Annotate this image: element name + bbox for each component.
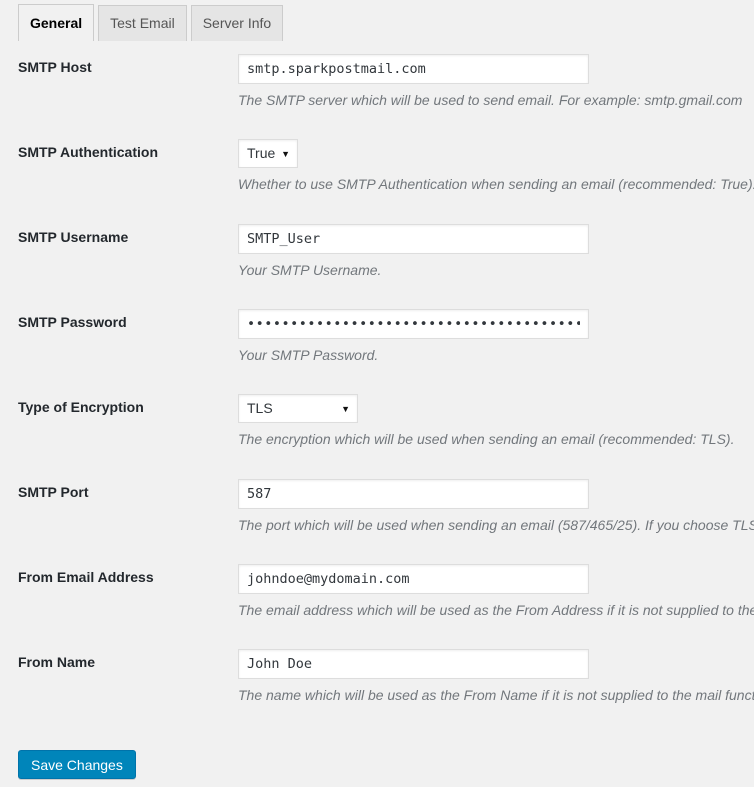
- label-from-email-address: From Email Address: [18, 569, 154, 585]
- smtp-port-input[interactable]: [238, 479, 589, 509]
- smtp-username-input[interactable]: [238, 224, 589, 254]
- save-changes-button[interactable]: Save Changes: [18, 750, 136, 779]
- settings-tab-bar: General Test Email Server Info: [0, 0, 754, 41]
- description-from-email-address: The email address which will be used as …: [238, 602, 754, 618]
- type-of-encryption-select[interactable]: TLS ▼: [238, 394, 358, 423]
- smtp-authentication-select[interactable]: True ▼: [238, 139, 298, 168]
- submit-area: Save Changes: [18, 750, 136, 779]
- field-row-smtp-port: SMTP Port The port which will be used wh…: [0, 471, 754, 556]
- field-row-smtp-username: SMTP Username Your SMTP Username.: [0, 216, 754, 301]
- field-wrap-from-email-address: The email address which will be used as …: [238, 564, 754, 621]
- field-row-smtp-host: SMTP Host The SMTP server which will be …: [0, 46, 754, 131]
- tab-general[interactable]: General: [18, 4, 95, 41]
- label-smtp-host: SMTP Host: [18, 59, 92, 75]
- label-type-of-encryption: Type of Encryption: [18, 399, 144, 415]
- field-row-type-of-encryption: Type of Encryption TLS ▼ The encryption …: [0, 386, 754, 471]
- description-smtp-password: Your SMTP Password.: [238, 347, 379, 363]
- label-smtp-port: SMTP Port: [18, 484, 89, 500]
- label-smtp-password: SMTP Password: [18, 314, 127, 330]
- label-smtp-authentication: SMTP Authentication: [18, 144, 158, 160]
- label-from-name: From Name: [18, 654, 96, 670]
- chevron-down-icon: ▼: [341, 404, 350, 414]
- from-email-address-input[interactable]: [238, 564, 589, 594]
- label-smtp-username: SMTP Username: [18, 229, 129, 245]
- smtp-host-input[interactable]: [238, 54, 589, 84]
- smtp-settings-form: SMTP Host The SMTP server which will be …: [0, 46, 754, 726]
- field-wrap-smtp-host: The SMTP server which will be used to se…: [238, 54, 754, 111]
- description-smtp-host: The SMTP server which will be used to se…: [238, 92, 743, 108]
- description-smtp-authentication: Whether to use SMTP Authentication when …: [238, 176, 754, 192]
- chevron-down-icon: ▼: [281, 149, 290, 159]
- field-row-smtp-password: SMTP Password Your SMTP Password.: [0, 301, 754, 386]
- field-row-smtp-authentication: SMTP Authentication True ▼ Whether to us…: [0, 131, 754, 216]
- tab-server-info[interactable]: Server Info: [190, 5, 284, 41]
- field-wrap-from-name: The name which will be used as the From …: [238, 649, 754, 706]
- description-smtp-port: The port which will be used when sending…: [238, 517, 754, 533]
- from-name-input[interactable]: [238, 649, 589, 679]
- description-smtp-username: Your SMTP Username.: [238, 262, 382, 278]
- field-wrap-smtp-authentication: True ▼ Whether to use SMTP Authenticatio…: [238, 139, 754, 195]
- field-wrap-smtp-username: Your SMTP Username.: [238, 224, 754, 281]
- tab-server-info-label: Server Info: [202, 15, 272, 31]
- description-type-of-encryption: The encryption which will be used when s…: [238, 431, 735, 447]
- field-wrap-smtp-port: The port which will be used when sending…: [238, 479, 754, 536]
- field-row-from-name: From Name The name which will be used as…: [0, 641, 754, 726]
- smtp-password-input[interactable]: [238, 309, 589, 339]
- field-wrap-type-of-encryption: TLS ▼ The encryption which will be used …: [238, 394, 754, 450]
- smtp-authentication-value: True: [247, 145, 276, 161]
- field-wrap-smtp-password: Your SMTP Password.: [238, 309, 754, 366]
- tab-test-email-label: Test Email: [110, 15, 175, 31]
- field-row-from-email-address: From Email Address The email address whi…: [0, 556, 754, 641]
- type-of-encryption-value: TLS: [247, 400, 273, 416]
- tab-general-label: General: [30, 15, 83, 31]
- tab-test-email[interactable]: Test Email: [98, 5, 187, 41]
- description-from-name: The name which will be used as the From …: [238, 687, 754, 703]
